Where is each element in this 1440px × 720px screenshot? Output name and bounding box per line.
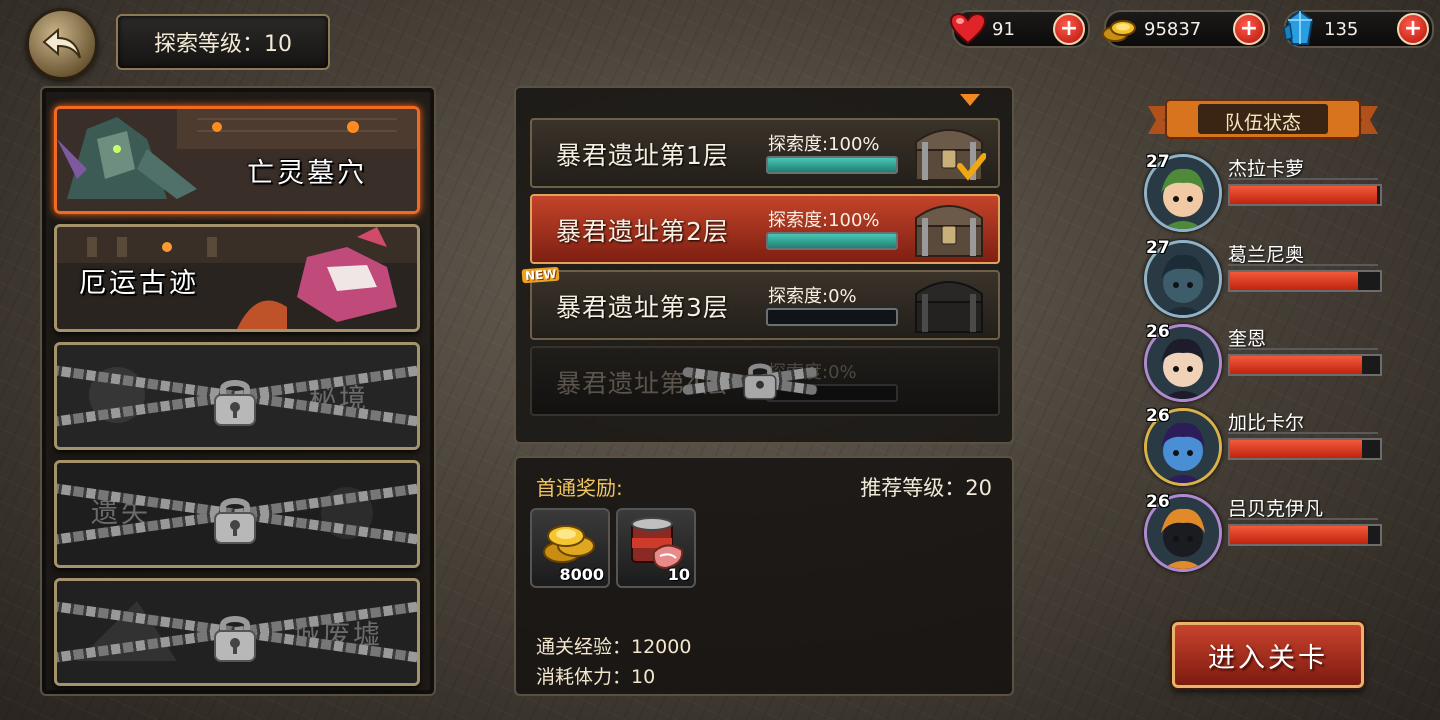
dungeon-card-locked-2[interactable]: 遗失 xyxy=(54,460,420,568)
floor-row-1[interactable]: 暴君遗址第1层 探索度:100% xyxy=(530,118,1000,188)
hero-hp-fill xyxy=(1230,272,1358,290)
hero-level: 26 xyxy=(1146,322,1170,342)
back-arrow-icon xyxy=(42,27,81,59)
add-diamond-button[interactable]: + xyxy=(1397,13,1429,45)
hero-hp-bar xyxy=(1228,184,1382,206)
reward-count: 10 xyxy=(667,565,690,584)
floor-progress-fill xyxy=(768,234,896,248)
crystal-icon xyxy=(1280,9,1320,49)
stage-info-panel: 首通奖励: 推荐等级：20 8000 10 通关经验：12000 消耗体力：10 xyxy=(514,456,1014,696)
padlock-icon xyxy=(214,380,256,426)
diamond-counter: 135 + xyxy=(1283,10,1434,48)
add-stamina-button[interactable]: + xyxy=(1053,13,1085,45)
add-gold-button[interactable]: + xyxy=(1233,13,1265,45)
hero-name: 杰拉卡萝 xyxy=(1228,158,1305,180)
recommended-level: 推荐等级：20 xyxy=(860,476,992,500)
dungeon-card-undead-crypt[interactable]: 亡灵墓穴 xyxy=(54,106,420,214)
team-status-title: 队伍状态 xyxy=(1224,112,1301,134)
team-member-card[interactable]: 26 奎恩 xyxy=(1144,322,1384,402)
team-member-card[interactable]: 26 吕贝克伊凡 xyxy=(1144,492,1384,572)
gold-counter: 95837 + xyxy=(1102,10,1270,48)
stamina-counter: 91 + xyxy=(950,10,1090,48)
team-member-card[interactable]: 26 加比卡尔 xyxy=(1144,406,1384,486)
reward-item-meat[interactable]: 10 xyxy=(616,508,696,588)
heart-icon xyxy=(948,9,988,49)
scroll-up-arrow-icon xyxy=(960,94,980,106)
reward-item-gold[interactable]: 8000 xyxy=(530,508,610,588)
stamina-value: 91 xyxy=(992,18,1015,40)
hero-level: 27 xyxy=(1146,238,1170,258)
hero-hp-fill xyxy=(1230,186,1377,204)
hero-level: 26 xyxy=(1146,406,1170,426)
hero-level: 26 xyxy=(1146,492,1170,512)
floor-progress-bar xyxy=(766,156,898,174)
padlock-icon xyxy=(214,498,256,544)
hero-hp-fill xyxy=(1230,526,1368,544)
back-button[interactable] xyxy=(26,8,98,80)
diamond-value: 135 xyxy=(1324,18,1359,40)
floor-progress-label: 探索度:100% xyxy=(768,210,880,231)
dungeon-name: 厄运古迹 xyxy=(79,268,199,299)
floor-progress-bar xyxy=(766,308,898,326)
treasure-chest-icon xyxy=(915,129,986,181)
gold-coins-icon xyxy=(1100,9,1140,49)
clear-exp: 通关经验：12000 xyxy=(536,636,692,658)
dungeon-card-locked-3[interactable]: 城废墟 xyxy=(54,578,420,686)
floor-name: 暴君遗址第1层 xyxy=(556,141,729,170)
team-member-card[interactable]: 27 葛兰尼奥 xyxy=(1144,238,1384,318)
floor-progress-bar xyxy=(766,232,898,250)
gold-value: 95837 xyxy=(1144,18,1202,40)
hero-hp-fill xyxy=(1230,356,1362,374)
floor-list[interactable]: 暴君遗址第1层 探索度:100% 暴君遗址第2层 探索度:100% NEW 暴君… xyxy=(514,86,1014,444)
divider xyxy=(1228,178,1378,180)
dungeon-card-doom-ruins[interactable]: 厄运古迹 xyxy=(54,224,420,332)
first-clear-reward-label: 首通奖励: xyxy=(536,476,623,500)
divider xyxy=(1228,518,1378,520)
hero-hp-bar xyxy=(1228,270,1382,292)
reward-count: 8000 xyxy=(559,565,604,584)
new-badge: NEW xyxy=(521,266,560,284)
team-member-card[interactable]: 27 杰拉卡萝 xyxy=(1144,152,1384,232)
meat-can-icon xyxy=(631,517,684,570)
treasure-chest-icon xyxy=(915,205,983,257)
enter-stage-button[interactable]: 进入关卡 xyxy=(1172,622,1364,688)
divider xyxy=(1228,264,1378,266)
dungeon-name: 亡灵墓穴 xyxy=(247,158,367,189)
floor-progress-label: 探索度:100% xyxy=(768,134,880,155)
hero-name: 奎恩 xyxy=(1228,328,1267,350)
floor-row-4[interactable]: 暴君遗址第4层 探索度:0% xyxy=(530,346,1000,416)
padlock-icon xyxy=(743,363,777,400)
gold-coins-icon xyxy=(543,525,595,563)
hero-name: 吕贝克伊凡 xyxy=(1228,498,1324,520)
hero-hp-bar xyxy=(1228,524,1382,546)
team-status-banner: 队伍状态 xyxy=(1148,98,1378,142)
floor-row-3[interactable]: NEW 暴君遗址第3层 探索度:0% xyxy=(521,266,1000,340)
explore-level: 探索等级：10 xyxy=(116,14,330,70)
divider xyxy=(1228,432,1378,434)
hero-name: 葛兰尼奥 xyxy=(1228,244,1305,266)
dungeon-list: 亡灵墓穴 厄运古迹 秘境 遗失 城废墟 xyxy=(40,86,436,696)
divider xyxy=(1228,348,1378,350)
floor-row-2[interactable]: 暴君遗址第2层 探索度:100% xyxy=(530,194,1000,264)
floor-name: 暴君遗址第3层 xyxy=(556,293,729,322)
hero-hp-bar xyxy=(1228,354,1382,376)
floor-name: 暴君遗址第2层 xyxy=(556,217,729,246)
hero-level: 27 xyxy=(1146,152,1170,172)
treasure-chest-icon xyxy=(915,281,983,333)
floor-progress-fill xyxy=(768,158,896,172)
hero-hp-bar xyxy=(1228,438,1382,460)
dungeon-card-locked-1[interactable]: 秘境 xyxy=(54,342,420,450)
stamina-cost: 消耗体力：10 xyxy=(536,666,656,688)
floor-progress-label: 探索度:0% xyxy=(768,286,857,307)
hero-name: 加比卡尔 xyxy=(1228,412,1305,434)
hero-hp-fill xyxy=(1230,440,1362,458)
padlock-icon xyxy=(214,616,256,662)
